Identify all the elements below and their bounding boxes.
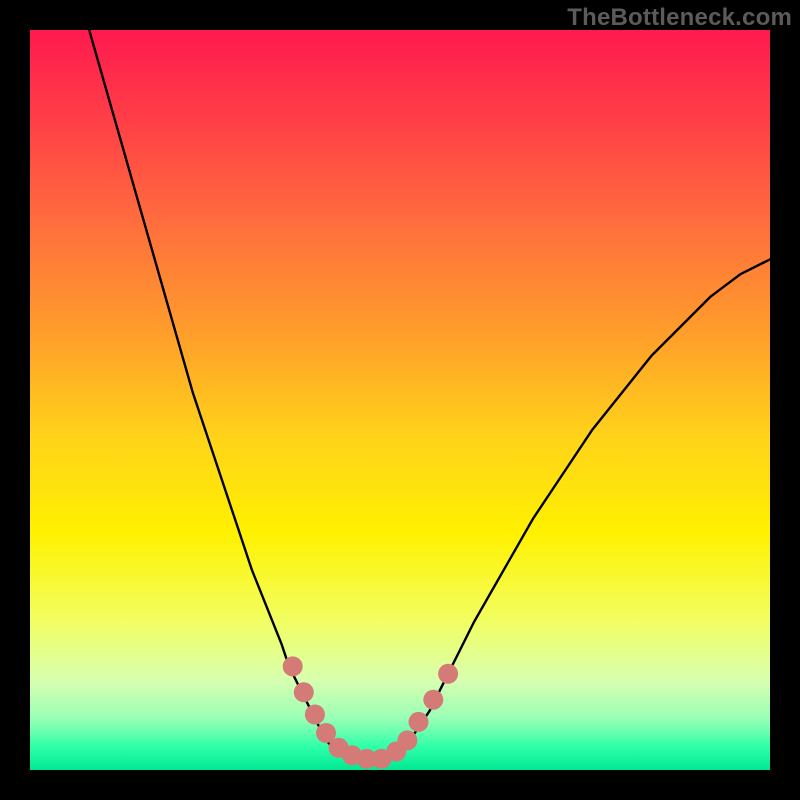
valley-marker — [283, 656, 303, 676]
valley-marker — [294, 682, 314, 702]
gradient-background — [30, 30, 770, 770]
watermark-text: TheBottleneck.com — [567, 4, 792, 32]
chart-svg — [30, 30, 770, 770]
plot-area — [30, 30, 770, 770]
valley-marker — [305, 705, 325, 725]
chart-frame: TheBottleneck.com — [0, 0, 800, 800]
valley-marker — [409, 712, 429, 732]
valley-marker — [438, 664, 458, 684]
valley-marker — [423, 690, 443, 710]
valley-marker — [397, 730, 417, 750]
